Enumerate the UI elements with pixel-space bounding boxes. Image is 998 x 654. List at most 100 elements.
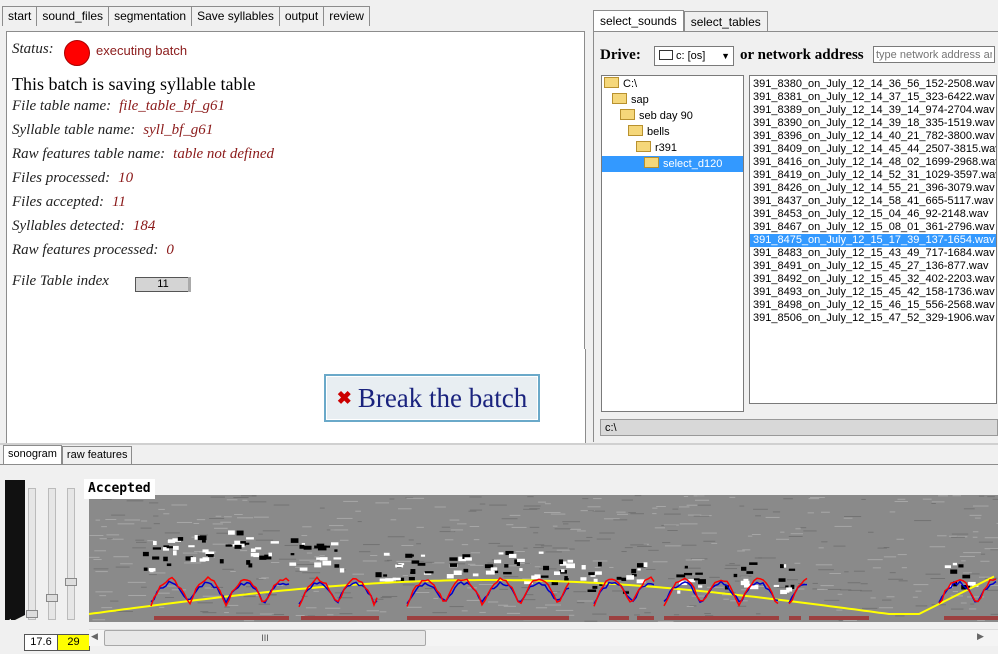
tab-select-tables[interactable]: select_tables [684,11,768,31]
tree-item[interactable]: sap [602,92,743,108]
sonogram-texture [692,559,705,560]
file-list-item[interactable]: 391_8467_on_July_12_15_08_01_361-2796.wa… [750,221,996,234]
tree-item[interactable]: seb day 90 [602,108,743,124]
sonogram-texture [370,555,377,556]
file-list-item[interactable]: 391_8396_on_July_12_14_40_21_782-3800.wa… [750,130,996,143]
sonogram-image[interactable] [89,495,998,622]
file-list-item[interactable]: 391_8493_on_July_12_15_45_42_158-1736.wa… [750,286,996,299]
sonogram-texture [545,503,551,504]
sonogram-texture [141,520,147,521]
tab-sonogram[interactable]: sonogram [3,445,62,466]
sonogram-texture [810,497,825,498]
sonogram-blob [592,586,597,589]
info-label: Raw features processed: [12,242,158,258]
sonogram-texture [740,576,752,577]
file-list-item[interactable]: 391_8498_on_July_12_15_46_15_556-2568.wa… [750,299,996,312]
file-list-item[interactable]: 391_8390_on_July_12_14_39_18_335-1519.wa… [750,117,996,130]
sonogram-blob [595,571,602,574]
sonogram-texture [319,555,324,556]
scroll-right-icon[interactable]: ▶ [977,631,984,642]
scrollbar-thumb[interactable]: III [104,630,426,646]
splitter[interactable] [0,443,998,445]
tab-raw-features[interactable]: raw features [62,446,133,465]
sonogram-texture [794,563,800,564]
threshold-slider-thumb[interactable] [46,594,58,602]
sonogram-blob [786,587,792,591]
file-table-index-value[interactable]: 11 [135,277,191,292]
sonogram-texture [93,559,101,560]
sonogram-texture [634,614,640,615]
file-list-item[interactable]: 391_8389_on_July_12_14_39_14_974-2704.wa… [750,104,996,117]
info-row: Raw features processed:0 [12,242,174,259]
sonogram-texture [128,582,146,583]
tab-save-syllables[interactable]: Save syllables [191,6,280,26]
file-list-item[interactable]: 391_8409_on_July_12_14_45_44_2507-3815.w… [750,143,996,156]
sonogram-texture [299,560,317,561]
folder-tree[interactable]: C:\sapseb day 90bellsr391select_d120 [601,75,744,412]
sonogram-texture [296,615,305,616]
tree-item[interactable]: select_d120 [602,156,743,172]
contrast-slider[interactable] [5,480,25,620]
tab-sound-files[interactable]: sound_files [36,6,109,26]
sonogram-texture [101,607,112,608]
sonogram-texture [546,551,562,552]
sonogram-blob [188,545,194,547]
sonogram-blob [202,540,206,543]
file-list-item[interactable]: 391_8381_on_July_12_14_37_15_323-6422.wa… [750,91,996,104]
sonogram-texture [398,508,412,509]
sonogram-texture [222,569,234,570]
sonogram-texture [149,502,158,503]
tab-select-sounds[interactable]: select_sounds [593,10,684,33]
sonogram-texture [234,514,243,515]
file-list-item[interactable]: 391_8506_on_July_12_15_47_52_329-1906.wa… [750,312,996,325]
file-list-item[interactable]: 391_8453_on_July_12_15_04_46_92-2148.wav [750,208,996,221]
file-list-item[interactable]: 391_8380_on_July_12_14_36_56_152-2508.wa… [750,78,996,91]
sonogram-texture [961,602,967,603]
sonogram-texture [985,548,998,549]
drive-select[interactable]: c: [os] ▼ [654,46,734,66]
sonogram-texture [970,604,974,605]
file-list[interactable]: 391_8380_on_July_12_14_36_56_152-2508.wa… [749,75,997,404]
range-slider-track[interactable] [67,488,75,620]
sonogram-texture [820,585,833,586]
tab-output[interactable]: output [279,6,324,26]
sonogram-texture [871,597,876,598]
sonogram-texture [737,550,745,551]
file-list-item[interactable]: 391_8416_on_July_12_14_48_02_1699-2968.w… [750,156,996,169]
tab-segmentation[interactable]: segmentation [108,6,192,26]
tree-item[interactable]: bells [602,124,743,140]
break-batch-button[interactable]: ✖ Break the batch [324,374,540,422]
file-list-item[interactable]: 391_8419_on_July_12_14_52_31_1029-3597.w… [750,169,996,182]
tree-item[interactable]: C:\ [602,76,743,92]
tab-review[interactable]: review [323,6,370,26]
sonogram-texture [228,605,238,606]
gain-slider-track[interactable] [28,488,36,620]
file-list-item[interactable]: 391_8475_on_July_12_15_17_39_137-1654.wa… [750,234,996,247]
file-list-item[interactable]: 391_8426_on_July_12_14_55_21_396-3079.wa… [750,182,996,195]
file-list-item[interactable]: 391_8437_on_July_12_14_58_41_665-5117.wa… [750,195,996,208]
sonogram-texture [808,512,814,513]
break-batch-label: Break the batch [358,383,527,414]
range-slider-thumb[interactable] [65,578,77,586]
sonogram-texture [489,505,507,506]
sonogram-texture [787,579,798,580]
scroll-left-icon[interactable]: ◀ [91,631,98,642]
file-list-item[interactable]: 391_8492_on_July_12_15_45_32_402-2203.wa… [750,273,996,286]
sonogram-texture [844,516,861,517]
sonogram-texture [211,497,225,498]
file-list-item[interactable]: 391_8491_on_July_12_15_45_27_136-877.wav [750,260,996,273]
info-value: syll_bf_g61 [143,122,213,138]
tab-start[interactable]: start [2,6,37,26]
info-label: File table name: [12,98,111,114]
sonogram-texture [895,501,908,502]
sonogram-texture [674,614,679,615]
file-list-item[interactable]: 391_8483_on_July_12_15_43_49_717-1684.wa… [750,247,996,260]
gain-slider-thumb[interactable] [26,610,38,618]
sonogram-texture [680,523,698,524]
sonogram-texture [307,553,312,554]
sonogram-texture [391,519,397,520]
network-address-input[interactable] [873,46,995,63]
sonogram-texture [604,518,620,519]
sonogram-blob [149,568,156,571]
tree-item[interactable]: r391 [602,140,743,156]
